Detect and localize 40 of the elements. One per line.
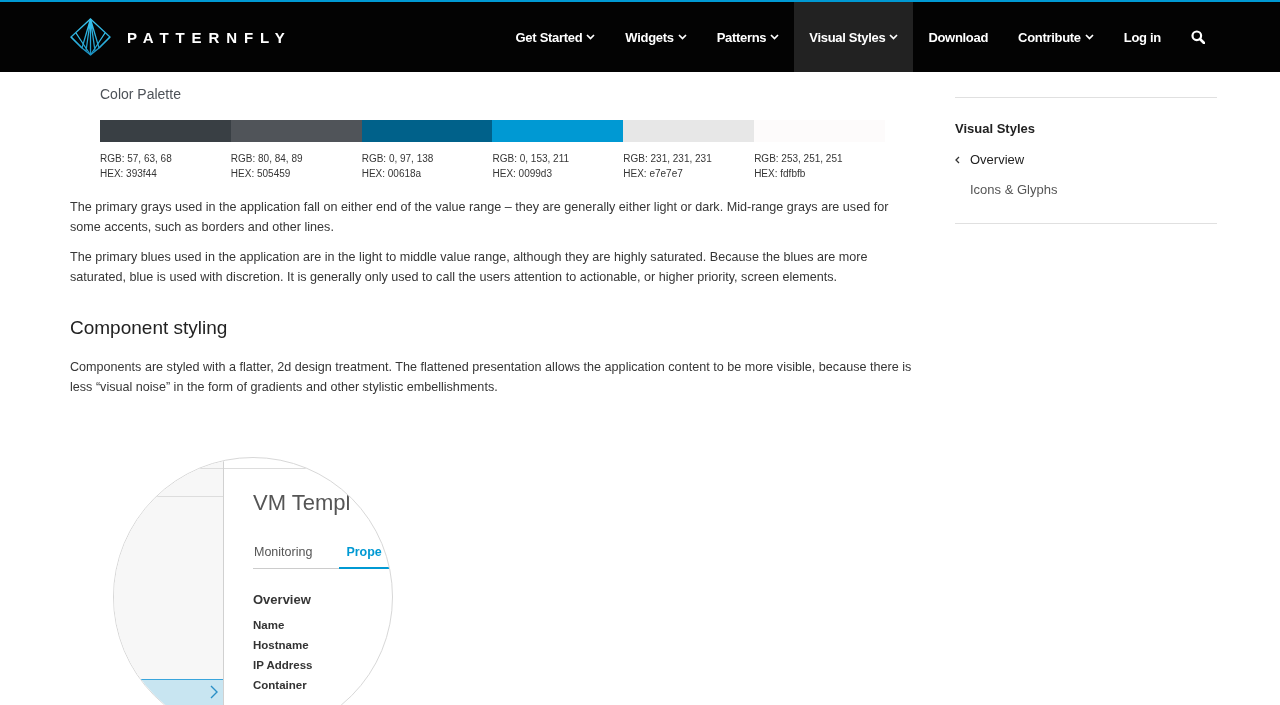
section-heading: Component styling xyxy=(70,316,229,340)
body-paragraph: The primary blues used in the application are in the light to middle value range, although they are highly saturated. Because the blues are more saturated, blue is used with discretion. It is generally only used to call the users attention to actionable, or higher priority, screen elements. xyxy=(70,249,869,286)
nav-menu-item[interactable]: Get Started xyxy=(500,2,611,72)
body-paragraph: The primary grays used in the application fall on either end of the value range – they are generally either light or dark. Mid-range grays are used for some accents, such as borders and other lines. xyxy=(70,199,890,236)
field-label: Hostname xyxy=(253,638,310,653)
chevron-left-icon xyxy=(955,156,960,164)
hex-value: HEX: 00618a xyxy=(361,167,423,181)
screenshot-section-heading: Overview xyxy=(253,591,312,609)
field-label: Container xyxy=(253,678,308,693)
rgb-value: RGB: 0, 97, 138 xyxy=(361,152,435,166)
field-label: Name xyxy=(253,618,286,633)
nav-menu-item[interactable]: Log in xyxy=(1108,2,1176,72)
palette-title: Color Palette xyxy=(100,85,182,104)
field-label: IP Address xyxy=(253,658,314,673)
rgb-value: RGB: 231, 231, 231 xyxy=(623,152,713,166)
body-paragraph: Components are styled with a flatter, 2d design treatment. The flattened presentation allows the application content to be more visible, because there is less “visual noise” in the form of gradients and other stylistic embellishments. xyxy=(70,359,913,396)
nav-menu-item[interactable]: Visual Styles xyxy=(794,2,914,72)
rgb-value: RGB: 253, 251, 251 xyxy=(754,152,844,166)
hex-value: HEX: 0099d3 xyxy=(492,167,553,181)
chevron-right-icon xyxy=(210,685,218,699)
search-icon xyxy=(1191,30,1205,44)
tab-label: Prope xyxy=(346,544,382,561)
hex-value: HEX: 393f44 xyxy=(100,167,158,181)
rgb-value: RGB: 57, 63, 68 xyxy=(100,152,173,166)
hex-value: HEX: fdfbfb xyxy=(754,167,807,181)
sidebar-title: Visual Styles xyxy=(955,120,1036,138)
sidebar-link[interactable]: Overview xyxy=(955,150,1025,170)
rgb-value: RGB: 80, 84, 89 xyxy=(230,152,304,166)
sidebar-link[interactable]: Icons & Glyphs xyxy=(955,180,1058,200)
home-logo-link[interactable]: PATTERNFLY xyxy=(70,18,292,56)
screenshot-title: VM Templ xyxy=(253,489,352,517)
nav-menu-item[interactable]: Patterns xyxy=(701,2,795,72)
tab-label: Monitoring xyxy=(254,544,313,561)
logo-icon xyxy=(70,18,111,56)
nav-menu-item[interactable]: Contribute xyxy=(1003,2,1109,72)
nav-menu-item[interactable]: Download xyxy=(913,2,1004,72)
hex-value: HEX: e7e7e7 xyxy=(623,167,684,181)
hex-value: HEX: 505459 xyxy=(230,167,292,181)
nav-menu-item[interactable]: Widgets xyxy=(610,2,702,72)
rgb-value: RGB: 0, 153, 211 xyxy=(492,152,570,166)
